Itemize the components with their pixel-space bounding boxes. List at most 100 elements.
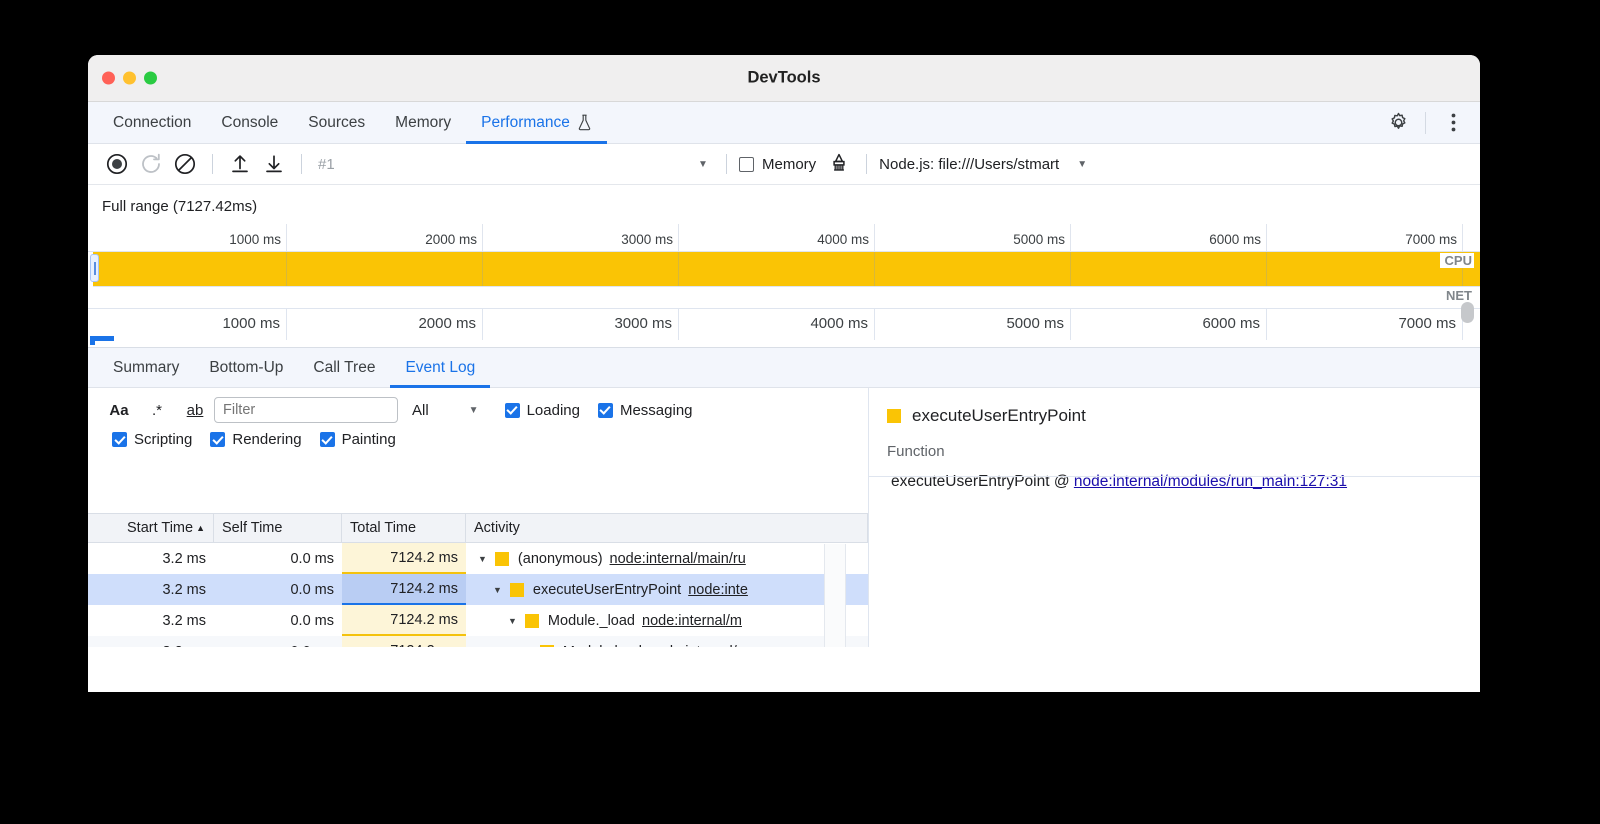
ruler-bottom-tick-6: 6000 ms (1202, 315, 1260, 332)
ruler-top-tick-7: 7000 ms (1405, 232, 1457, 247)
download-icon[interactable] (257, 147, 291, 181)
category-rendering-checkbox[interactable]: Rendering (210, 431, 301, 448)
devtools-window: DevTools Connection Console Sources Memo… (88, 55, 1480, 692)
flask-icon (577, 114, 592, 131)
target-select-label: Node.js: file:///Users/stmart (879, 156, 1059, 173)
ruler-top-tick-4: 4000 ms (817, 232, 869, 247)
clear-icon[interactable] (168, 147, 202, 181)
net-track-label: NET (1441, 288, 1474, 303)
category-scripting-checkbox[interactable]: Scripting (112, 431, 192, 448)
cell-self-time: 0.0 ms (214, 605, 342, 636)
upload-icon[interactable] (223, 147, 257, 181)
toolbar-divider-1 (212, 154, 213, 174)
duration-select[interactable]: All ▼ (412, 402, 479, 419)
cpu-activity-band[interactable] (93, 252, 1480, 286)
whole-word-icon[interactable]: ab (176, 397, 214, 423)
activity-source-link[interactable]: node:internal/ (649, 644, 737, 648)
memory-checkbox-label: Memory (762, 156, 816, 173)
gear-icon[interactable] (1381, 106, 1415, 140)
event-log-table: Start Time ▲ Self Time Total Time Activi… (88, 513, 868, 647)
category-painting-checkbox[interactable]: Painting (320, 431, 396, 448)
activity-name: (anonymous) (518, 551, 603, 567)
filter-input[interactable] (214, 397, 398, 423)
table-vertical-scrollbar[interactable] (824, 544, 846, 647)
column-header-start-time[interactable]: Start Time ▲ (88, 514, 214, 542)
activity-name: executeUserEntryPoint (533, 582, 681, 598)
table-row[interactable]: 3.2 ms 0.0 ms 7124.2 ms ▼ (anonymous) no… (88, 543, 868, 574)
profile-select[interactable]: #1 (312, 156, 694, 173)
regex-icon[interactable]: .* (138, 397, 176, 423)
expand-triangle-icon[interactable]: ▼ (493, 585, 502, 595)
tab-sources[interactable]: Sources (293, 102, 380, 143)
table-row[interactable]: 3.2 ms 0.0 ms 7124.2 ms ▼ executeUserEnt… (88, 574, 868, 605)
full-range-label: Full range (7127.42ms) (88, 185, 1480, 215)
garbage-collect-icon[interactable] (822, 147, 856, 181)
checkbox-checked-icon (598, 403, 613, 418)
activity-source-link[interactable]: node:inte (688, 582, 748, 598)
more-vertical-icon[interactable] (1436, 106, 1470, 140)
band-gridlines (93, 252, 1480, 286)
range-selection-left-handle[interactable] (90, 254, 99, 282)
target-select-caret[interactable]: ▼ (1073, 159, 1091, 170)
category-messaging-checkbox[interactable]: Messaging (598, 402, 693, 419)
column-header-total-time[interactable]: Total Time (342, 514, 466, 542)
details-tabbar: Summary Bottom-Up Call Tree Event Log (88, 348, 1480, 388)
match-case-icon[interactable]: Aa (100, 397, 138, 423)
tab-call-tree[interactable]: Call Tree (298, 348, 390, 387)
cell-start-time: 3.2 ms (88, 636, 214, 647)
expand-triangle-icon[interactable]: ▼ (523, 647, 532, 648)
target-select[interactable]: Node.js: file:///Users/stmart ▼ (879, 156, 1095, 173)
category-rendering-label: Rendering (232, 431, 301, 448)
expand-triangle-icon[interactable]: ▼ (508, 616, 517, 626)
column-header-activity-label: Activity (474, 520, 520, 536)
cell-total-time: 7124.2 ms (342, 605, 466, 636)
tab-event-log[interactable]: Event Log (390, 348, 490, 387)
toolbar-divider-3 (726, 154, 727, 174)
expand-triangle-icon[interactable]: ▼ (478, 554, 487, 564)
tab-connection[interactable]: Connection (98, 102, 206, 143)
window-titlebar: DevTools (88, 55, 1480, 102)
category-painting-label: Painting (342, 431, 396, 448)
tab-console-label: Console (221, 114, 278, 132)
reload-icon[interactable] (134, 147, 168, 181)
activity-name: Module.load (563, 644, 642, 648)
event-details-pane: executeUserEntryPoint Function executeUs… (869, 388, 1480, 647)
tab-bottom-up[interactable]: Bottom-Up (194, 348, 298, 387)
category-loading-checkbox[interactable]: Loading (505, 402, 580, 419)
ruler-bottom-tick-3: 3000 ms (614, 315, 672, 332)
cell-start-time: 3.2 ms (88, 574, 214, 605)
cell-self-time: 0.0 ms (214, 574, 342, 605)
category-color-swatch (887, 409, 901, 423)
filter-row-1: Aa .* ab All ▼ Loading (100, 397, 868, 423)
performance-toolbar: #1 ▼ Memory Node.js: file:///Users/stmar… (88, 144, 1480, 185)
tab-performance[interactable]: Performance (466, 102, 607, 143)
column-header-activity[interactable]: Activity (466, 514, 868, 542)
column-header-self-time[interactable]: Self Time (214, 514, 342, 542)
ruler-bottom-tick-5: 5000 ms (1006, 315, 1064, 332)
chevron-down-icon: ▼ (469, 405, 479, 416)
duration-select-value: All (412, 402, 429, 419)
cell-activity: ▼ (anonymous) node:internal/main/ru (466, 543, 868, 574)
table-row[interactable]: 3.2 ms 0.0 ms 7124.2 ms ▼ Module._load n… (88, 605, 868, 636)
ruler-bottom-tick-7: 7000 ms (1398, 315, 1456, 332)
record-icon[interactable] (100, 147, 134, 181)
overview-tracks: CPU NET (88, 252, 1480, 308)
tab-memory[interactable]: Memory (380, 102, 466, 143)
pane-resize-handle[interactable] (90, 336, 114, 345)
profile-select-caret[interactable]: ▼ (694, 159, 712, 170)
net-track (93, 286, 1480, 308)
memory-checkbox[interactable]: Memory (739, 156, 816, 173)
details-subtitle: Function (887, 443, 1480, 460)
ruler-top-tick-1: 1000 ms (229, 232, 281, 247)
tab-summary[interactable]: Summary (98, 348, 194, 387)
table-row[interactable]: 3.2 ms 0.0 ms 7124.2 ms ▼ Module.load no… (88, 636, 868, 647)
tab-connection-label: Connection (113, 114, 191, 132)
activity-source-link[interactable]: node:internal/m (642, 613, 742, 629)
overview-ruler-wrap: 1000 ms 2000 ms 3000 ms 4000 ms 5000 ms … (88, 224, 1480, 340)
checkbox-checked-icon (112, 432, 127, 447)
cell-activity: ▼ executeUserEntryPoint node:inte (466, 574, 868, 605)
tab-bottom-up-label: Bottom-Up (209, 359, 283, 377)
activity-source-link[interactable]: node:internal/main/ru (610, 551, 746, 567)
tab-console[interactable]: Console (206, 102, 293, 143)
overview-scrollbar-thumb[interactable] (1461, 302, 1474, 323)
